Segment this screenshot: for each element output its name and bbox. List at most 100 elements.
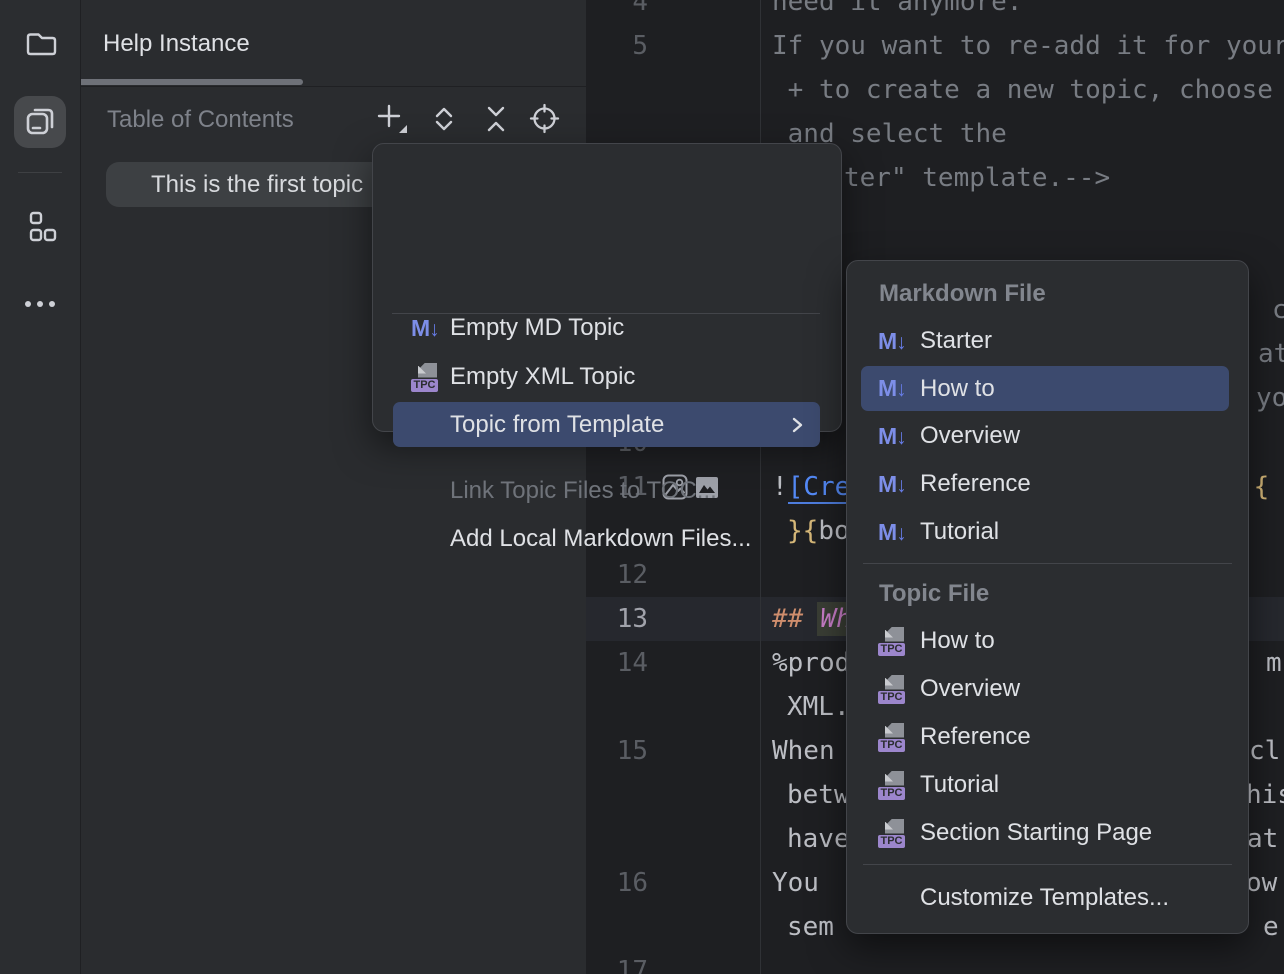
code-line-fragment: ter" template.--> (844, 156, 1110, 200)
locate-button[interactable] (525, 101, 563, 139)
code-line: You (772, 861, 819, 905)
code-line: ![Cre (772, 465, 850, 509)
submenu-item-customize-templates[interactable]: Customize Templates... (920, 876, 1169, 920)
more-tool-windows-button[interactable] (14, 279, 66, 331)
folder-icon (21, 25, 59, 66)
markdown-file-icon: M↓ (878, 519, 920, 546)
structure-tool-button[interactable] (14, 202, 66, 254)
expand-all-icon (429, 103, 459, 138)
submenu-arrow-icon (788, 416, 806, 434)
markdown-file-icon: M↓ (878, 375, 920, 402)
menu-separator (392, 313, 820, 314)
code-line: XML. (787, 685, 850, 729)
help-instance-icon (20, 101, 60, 144)
add-topic-menu: M↓ Empty MD Topic TPC Empty XML Topic To… (372, 143, 842, 432)
topic-file-icon: TPC (878, 675, 920, 704)
locate-target-icon (529, 103, 560, 137)
code-line: + to create a new topic, choose t (772, 68, 1284, 112)
markdown-file-icon: M↓ (878, 471, 920, 498)
submenu-item-label: Starter (920, 327, 992, 355)
menu-item-add-local-markdown[interactable]: Add Local Markdown Files... (450, 517, 751, 561)
submenu-item-label: Section Starting Page (920, 819, 1152, 847)
topic-file-icon: TPC (878, 819, 920, 848)
markdown-file-icon: M↓ (411, 315, 450, 342)
code-line: ##Wh (772, 597, 855, 641)
add-topic-button[interactable] (373, 101, 411, 139)
code-line: %prod (772, 641, 850, 685)
submenu-item-how-to-topic[interactable]: TPC How to (878, 619, 995, 663)
submenu-item-section-starting-page[interactable]: TPC Section Starting Page (878, 811, 1152, 855)
submenu-item-label: Overview (920, 675, 1020, 703)
menu-item-label: Empty MD Topic (450, 314, 624, 342)
expand-all-button[interactable] (425, 101, 463, 139)
code-line-fragment: m (1266, 641, 1282, 685)
line-number: 4 (586, 0, 648, 24)
submenu-item-how-to-md[interactable]: M↓ How to (861, 366, 1229, 411)
code-line: sem (787, 905, 834, 949)
submenu-item-label: Reference (920, 470, 1031, 498)
menu-item-empty-xml-topic[interactable]: TPC Empty XML Topic (411, 355, 635, 399)
submenu-item-tutorial-topic[interactable]: TPC Tutorial (878, 763, 999, 807)
code-line: }{bo (787, 509, 850, 553)
submenu-item-label: Tutorial (920, 518, 999, 546)
template-submenu: Markdown File M↓ Starter M↓ How to M↓ Ov… (846, 260, 1249, 934)
code-line-fragment: cl (1249, 729, 1280, 773)
line-number-active: 13 (586, 597, 648, 641)
project-tool-button[interactable] (14, 19, 66, 71)
line-number: 15 (586, 729, 648, 773)
menu-item-link-topic-files[interactable]: Link Topic Files to TOC... (450, 469, 717, 513)
submenu-item-label: Overview (920, 422, 1020, 450)
code-line-fragment: e (1263, 905, 1279, 949)
menu-item-label: Topic from Template (450, 411, 664, 439)
submenu-item-label: How to (920, 375, 995, 403)
tool-window-stripe (0, 0, 81, 974)
line-number: 16 (586, 861, 648, 905)
code-line-fragment: his (1246, 773, 1284, 817)
submenu-separator (863, 864, 1232, 865)
structure-icon (21, 208, 59, 249)
active-tab-indicator (81, 79, 303, 85)
code-line: need it anymore. (772, 0, 1022, 24)
submenu-item-label: Customize Templates... (920, 884, 1169, 912)
more-icon (21, 298, 59, 313)
submenu-item-label: Tutorial (920, 771, 999, 799)
submenu-separator (863, 563, 1232, 564)
code-line-fragment: yo (1256, 376, 1284, 420)
menu-item-label: Add Local Markdown Files... (450, 525, 751, 553)
topic-file-icon: TPC (878, 723, 920, 752)
toc-section-label: Table of Contents (107, 106, 294, 134)
collapse-all-icon (481, 103, 511, 138)
code-line: have (787, 817, 850, 861)
line-number: 5 (586, 24, 648, 68)
code-line-fragment: at (1247, 817, 1278, 861)
line-number: 17 (586, 949, 648, 974)
menu-item-topic-from-template[interactable]: Topic from Template (393, 402, 820, 447)
submenu-item-reference-topic[interactable]: TPC Reference (878, 715, 1031, 759)
markdown-link: [Cre (788, 472, 851, 504)
submenu-item-starter[interactable]: M↓ Starter (878, 319, 992, 363)
submenu-item-tutorial-md[interactable]: M↓ Tutorial (878, 510, 999, 554)
line-number: 14 (586, 641, 648, 685)
code-line-fragment: ow (1246, 861, 1277, 905)
submenu-item-reference-md[interactable]: M↓ Reference (878, 462, 1031, 506)
menu-item-label: Link Topic Files to TOC... (450, 477, 717, 505)
add-icon (375, 102, 409, 139)
code-line: When (772, 729, 835, 773)
code-line-fragment: at (1258, 332, 1284, 376)
help-instance-tool-button[interactable] (14, 96, 66, 148)
code-line: If you want to re-add it for your (772, 24, 1284, 68)
submenu-item-overview-md[interactable]: M↓ Overview (878, 414, 1020, 458)
panel-divider (81, 86, 586, 87)
markdown-file-icon: M↓ (878, 423, 920, 450)
stripe-divider (18, 172, 62, 173)
topic-file-icon: TPC (878, 627, 920, 656)
collapse-all-button[interactable] (477, 101, 515, 139)
menu-item-label: Empty XML Topic (450, 363, 635, 391)
submenu-item-label: Reference (920, 723, 1031, 751)
submenu-item-overview-topic[interactable]: TPC Overview (878, 667, 1020, 711)
topic-file-icon: TPC (411, 363, 450, 392)
panel-title: Help Instance (103, 30, 250, 58)
submenu-item-label: How to (920, 627, 995, 655)
ide-window: Help Instance Table of Contents This is … (0, 0, 1284, 974)
submenu-header-topic-file: Topic File (879, 579, 989, 609)
